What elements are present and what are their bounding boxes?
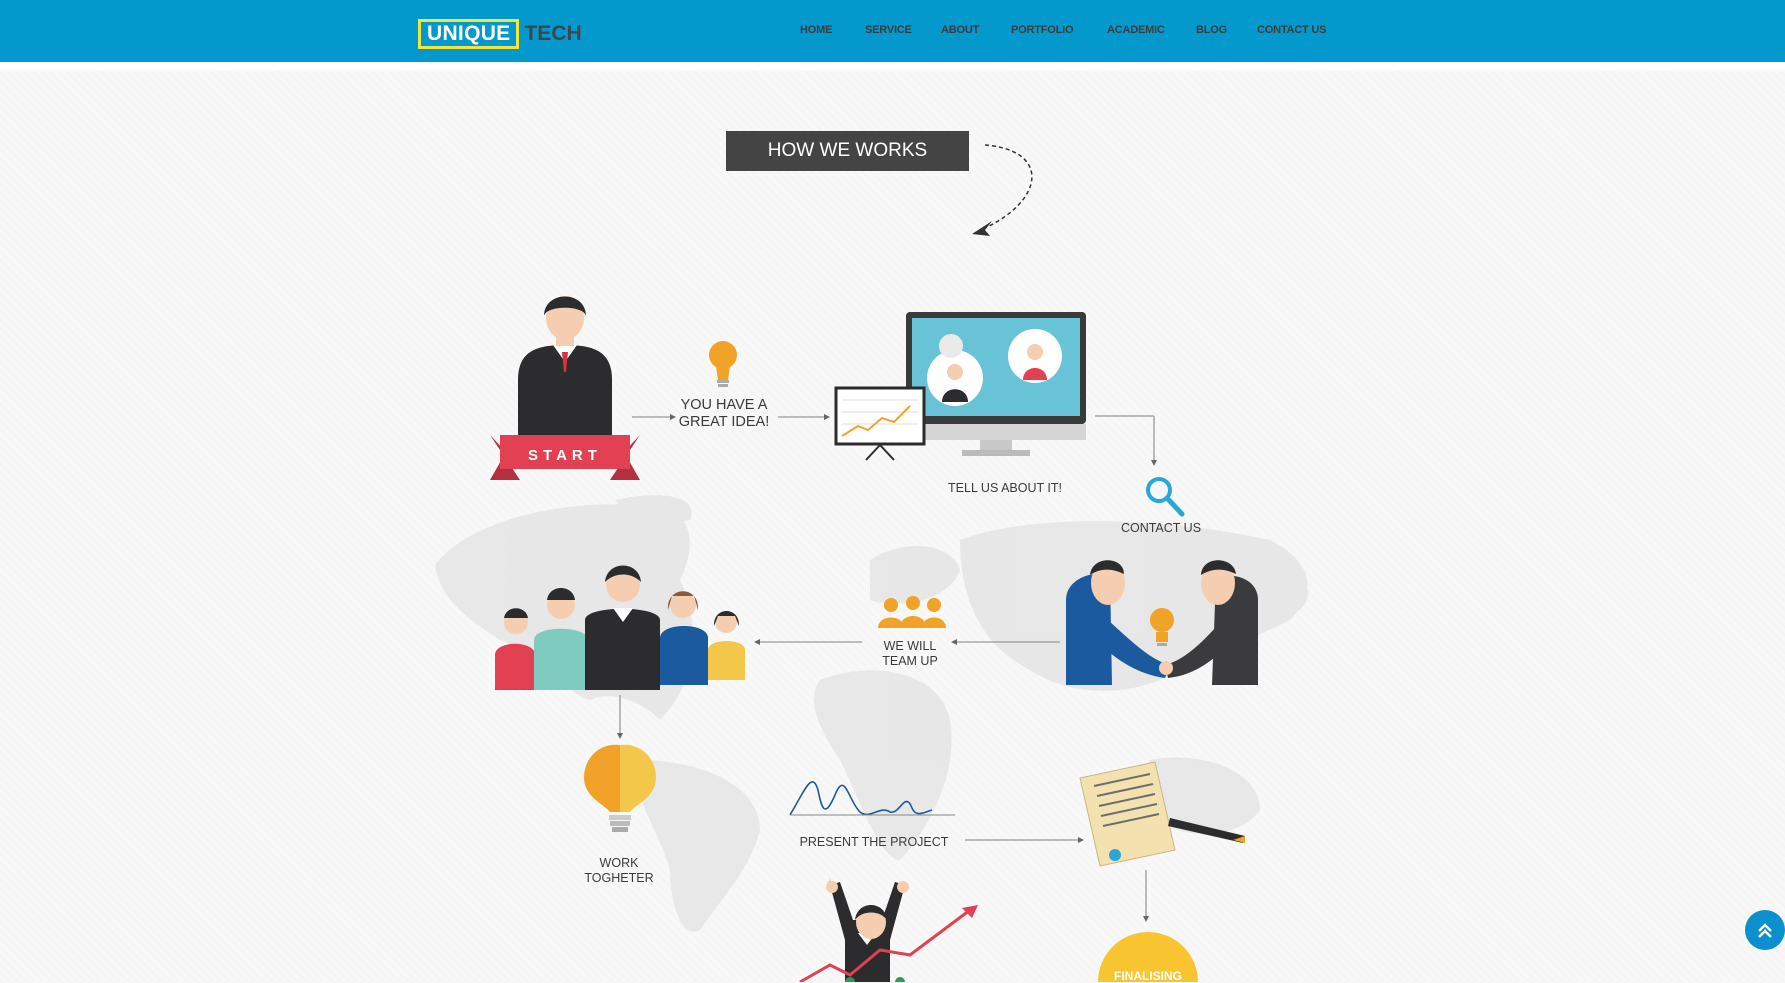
idea-label: YOU HAVE A GREAT IDEA! — [672, 397, 776, 431]
world-map-background — [435, 495, 1309, 932]
search-icon — [1146, 477, 1185, 517]
brain-lightbulb-icon — [584, 744, 656, 832]
team-up-label: WE WILL TEAM UP — [868, 639, 952, 669]
team-up-icon — [878, 596, 946, 628]
tell-us-label: TELL US ABOUT IT! — [948, 481, 1062, 495]
double-chevron-up-icon — [1758, 923, 1772, 938]
scroll-to-top-button[interactable] — [1745, 910, 1785, 950]
contact-us-label[interactable]: CONTACT US — [1108, 521, 1214, 536]
celebrating-person-icon — [799, 878, 978, 982]
dashed-arrow-icon — [972, 144, 1033, 236]
present-project-label: PRESENT THE PROJECT — [799, 835, 949, 849]
work-together-line2: TOGHETER — [584, 871, 654, 885]
lightbulb-icon — [709, 341, 737, 387]
start-person-icon — [518, 296, 612, 440]
video-call-monitor-icon — [906, 312, 1086, 456]
team-up-line1: WE WILL — [883, 639, 937, 653]
idea-label-line1: YOU HAVE A — [680, 397, 768, 413]
chart-board-icon — [834, 386, 926, 461]
idea-label-line2: GREAT IDEA! — [678, 414, 770, 430]
start-label: START — [528, 447, 602, 464]
work-together-label: WORK TOGHETER — [572, 856, 666, 886]
finalising-label: FINALISING — [1114, 969, 1182, 983]
work-together-line1: WORK — [599, 856, 639, 870]
team-up-line2: TEAM UP — [882, 654, 938, 668]
